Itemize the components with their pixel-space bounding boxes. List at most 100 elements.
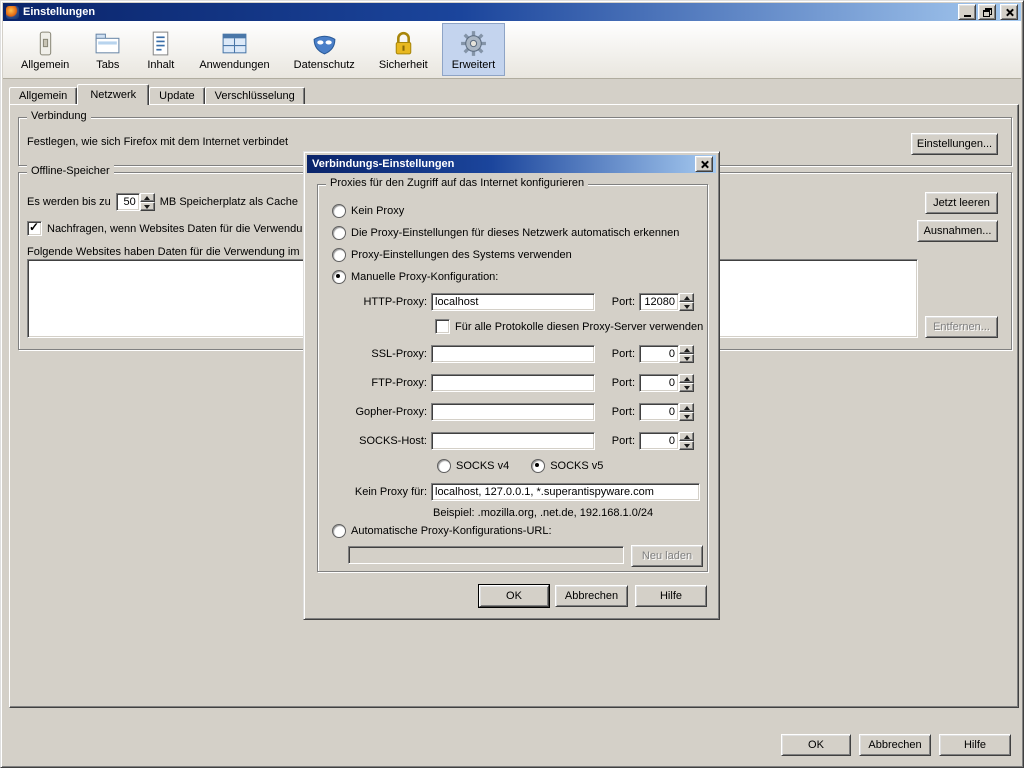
socks-host-input[interactable] <box>431 432 595 450</box>
remove-website-button[interactable]: Entfernen... <box>925 316 998 338</box>
spin-down-button[interactable] <box>679 383 694 392</box>
window-controls <box>958 4 1018 20</box>
no-proxy-row[interactable]: Kein Proxy <box>332 204 404 218</box>
auto-url-row[interactable]: Automatische Proxy-Konfigurations-URL: <box>332 524 552 538</box>
spin-up-button[interactable] <box>679 374 694 383</box>
dialog-cancel-button[interactable]: Abbrechen <box>555 585 628 607</box>
cache-size-input[interactable] <box>116 193 140 211</box>
ssl-port-label: Port: <box>603 348 635 360</box>
spin-down-button[interactable] <box>679 302 694 311</box>
http-proxy-input[interactable] <box>431 293 595 311</box>
connection-settings-button[interactable]: Einstellungen... <box>911 133 998 155</box>
gopher-proxy-input[interactable] <box>431 403 595 421</box>
offline-ask-row[interactable]: Nachfragen, wenn Websites Daten für die … <box>27 221 302 236</box>
close-button[interactable] <box>1000 4 1018 20</box>
tab-netzwerk[interactable]: Netzwerk <box>77 84 149 105</box>
dialog-ok-button[interactable]: OK <box>479 585 549 607</box>
reload-button[interactable]: Neu laden <box>631 545 703 567</box>
manual-proxy-radio[interactable] <box>332 270 346 284</box>
dialog-close-button[interactable] <box>695 156 713 172</box>
tab-verschluesselung[interactable]: Verschlüsselung <box>205 87 305 104</box>
exceptions-button[interactable]: Ausnahmen... <box>917 220 998 242</box>
auto-detect-row[interactable]: Die Proxy-Einstellungen für dieses Netzw… <box>332 226 679 240</box>
ftp-proxy-input[interactable] <box>431 374 595 392</box>
connection-legend: Verbindung <box>27 110 91 122</box>
http-port-spinner <box>679 293 694 311</box>
toolbar-item-erweitert[interactable]: Erweitert <box>442 23 505 76</box>
spin-up-button[interactable] <box>140 193 155 202</box>
toolbar-item-inhalt[interactable]: Inhalt <box>136 23 185 76</box>
arrow-up-icon <box>684 435 690 439</box>
toolbar-label: Erweitert <box>452 59 495 71</box>
spin-down-button[interactable] <box>140 202 155 211</box>
socks-port-label: Port: <box>603 435 635 447</box>
ssl-proxy-label: SSL-Proxy: <box>318 348 427 360</box>
minimize-button[interactable] <box>958 4 976 20</box>
firefox-icon <box>6 6 19 19</box>
spin-down-button[interactable] <box>679 412 694 421</box>
ftp-port-input[interactable] <box>639 374 679 392</box>
arrow-up-icon <box>684 296 690 300</box>
toolbar-item-datenschutz[interactable]: Datenschutz <box>284 23 365 76</box>
spin-up-button[interactable] <box>679 403 694 412</box>
spin-down-button[interactable] <box>679 354 694 363</box>
gopher-port-input[interactable] <box>639 403 679 421</box>
auto-url-input[interactable] <box>348 546 624 564</box>
http-port-input[interactable] <box>639 293 679 311</box>
manual-proxy-row[interactable]: Manuelle Proxy-Konfiguration: <box>332 270 498 284</box>
tab-update[interactable]: Update <box>149 87 204 104</box>
ftp-port-field <box>639 374 694 392</box>
cache-size-field <box>116 193 155 211</box>
no-proxy-for-input[interactable] <box>431 483 700 501</box>
arrow-down-icon <box>684 444 690 448</box>
main-help-button[interactable]: Hilfe <box>939 734 1011 756</box>
spin-up-button[interactable] <box>679 293 694 302</box>
clear-cache-button[interactable]: Jetzt leeren <box>925 192 998 214</box>
socks-port-input[interactable] <box>639 432 679 450</box>
system-proxy-radio[interactable] <box>332 248 346 262</box>
cache-size-row: Es werden bis zu MB Speicherplatz als Ca… <box>27 192 298 212</box>
use-for-all-row[interactable]: Für alle Protokolle diesen Proxy-Server … <box>435 319 703 334</box>
socks-v5-radio[interactable] <box>531 459 545 473</box>
gopher-port-label: Port: <box>603 406 635 418</box>
offline-ask-checkbox[interactable] <box>27 221 42 236</box>
toolbar-item-allgemein[interactable]: Allgemein <box>11 23 79 76</box>
spin-up-button[interactable] <box>679 345 694 354</box>
cache-size-suffix: MB Speicherplatz als Cache <box>160 196 298 208</box>
auto-detect-label: Die Proxy-Einstellungen für dieses Netzw… <box>351 227 679 239</box>
use-for-all-checkbox[interactable] <box>435 319 450 334</box>
toolbar-item-anwendungen[interactable]: Anwendungen <box>189 23 279 76</box>
auto-url-label: Automatische Proxy-Konfigurations-URL: <box>351 525 552 537</box>
http-port-label: Port: <box>603 296 635 308</box>
arrow-up-icon <box>684 377 690 381</box>
http-port-field <box>639 293 694 311</box>
dialog-help-button[interactable]: Hilfe <box>635 585 707 607</box>
tab-allgemein[interactable]: Allgemein <box>9 87 77 104</box>
no-proxy-example-text: Beispiel: .mozilla.org, .net.de, 192.168… <box>433 507 653 519</box>
main-cancel-button[interactable]: Abbrechen <box>859 734 931 756</box>
system-proxy-row[interactable]: Proxy-Einstellungen des Systems verwende… <box>332 248 572 262</box>
ssl-proxy-input[interactable] <box>431 345 595 363</box>
socks-v4-radio[interactable] <box>437 459 451 473</box>
no-proxy-radio[interactable] <box>332 204 346 218</box>
toolbar-item-sicherheit[interactable]: Sicherheit <box>369 23 438 76</box>
ssl-port-spinner <box>679 345 694 363</box>
auto-url-radio[interactable] <box>332 524 346 538</box>
spin-up-button[interactable] <box>679 432 694 441</box>
toolbar-label: Datenschutz <box>294 59 355 71</box>
toolbar-label: Allgemein <box>21 59 69 71</box>
spin-down-button[interactable] <box>679 441 694 450</box>
main-ok-button[interactable]: OK <box>781 734 851 756</box>
arrow-up-icon <box>144 196 150 200</box>
window-titlebar[interactable]: Einstellungen <box>3 3 1021 21</box>
socks-v4-label: SOCKS v4 <box>456 460 509 472</box>
toolbar-item-tabs[interactable]: Tabs <box>83 23 132 76</box>
auto-detect-radio[interactable] <box>332 226 346 240</box>
dialog-titlebar[interactable]: Verbindungs-Einstellungen <box>307 155 716 173</box>
ftp-proxy-label: FTP-Proxy: <box>318 377 427 389</box>
arrow-down-icon <box>684 305 690 309</box>
arrow-up-icon <box>684 406 690 410</box>
ssl-port-input[interactable] <box>639 345 679 363</box>
toolbar-label: Sicherheit <box>379 59 428 71</box>
restore-button[interactable] <box>978 4 996 20</box>
